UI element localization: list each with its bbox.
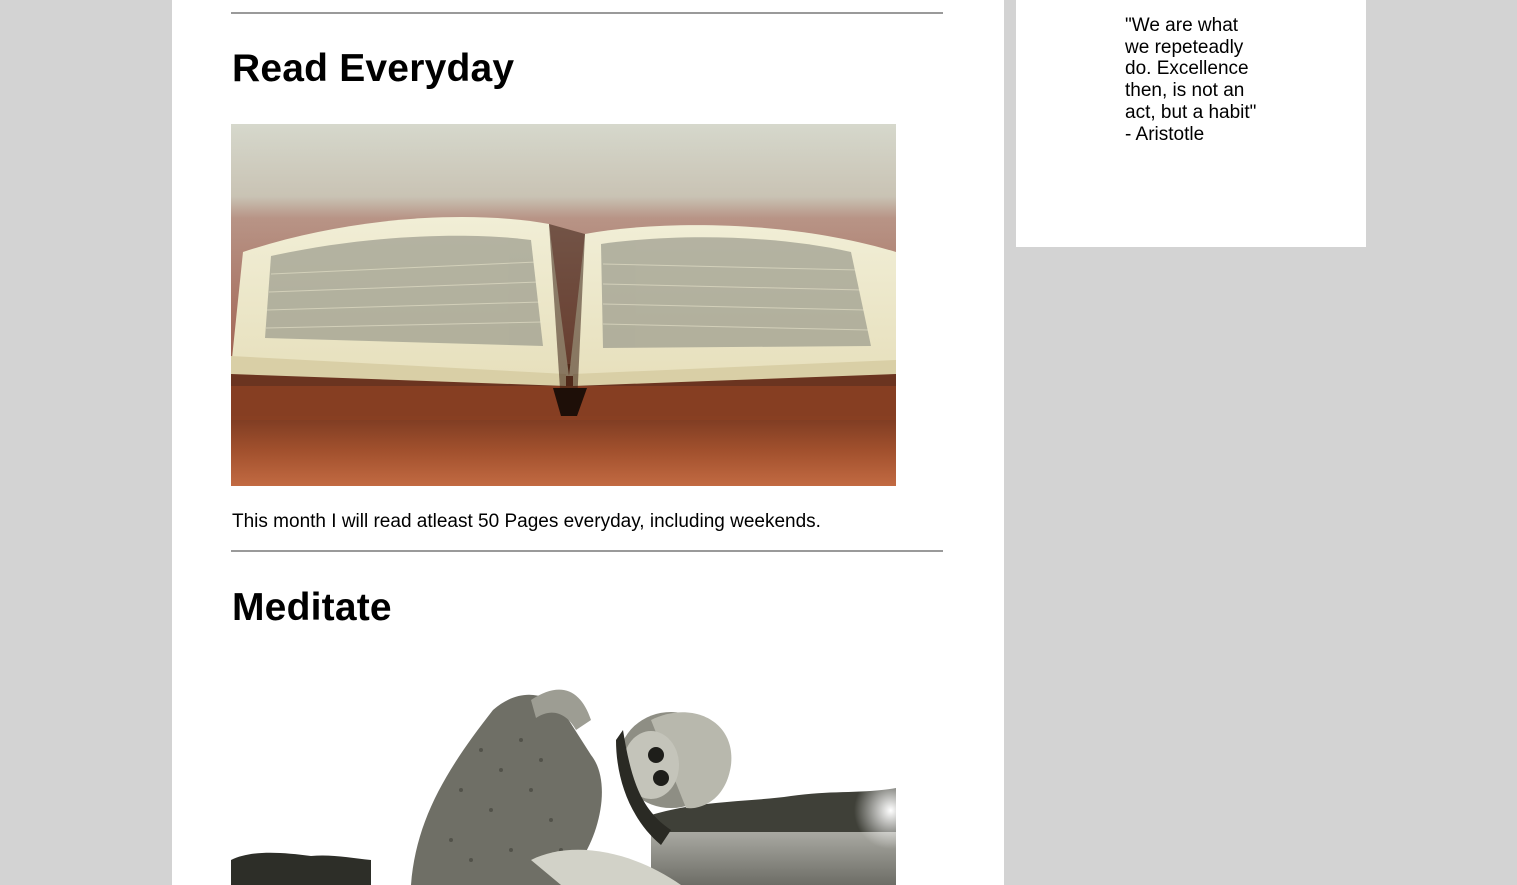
quote-text: "We are what we repeteadly do. Excellenc…: [1125, 15, 1257, 145]
woman-meditating-photo: [231, 660, 896, 885]
section-divider: [231, 550, 943, 552]
section-title-meditate: Meditate: [232, 586, 392, 629]
section-description: This month I will read atleast 50 Pages …: [232, 511, 821, 532]
open-book-photo: [231, 124, 896, 486]
main-content-column: Read Everyday This month I will read atl…: [172, 0, 1004, 885]
section-divider: [231, 12, 943, 14]
section-title-read-everyday: Read Everyday: [232, 47, 515, 90]
quote-card: "We are what we repeteadly do. Excellenc…: [1016, 0, 1366, 247]
